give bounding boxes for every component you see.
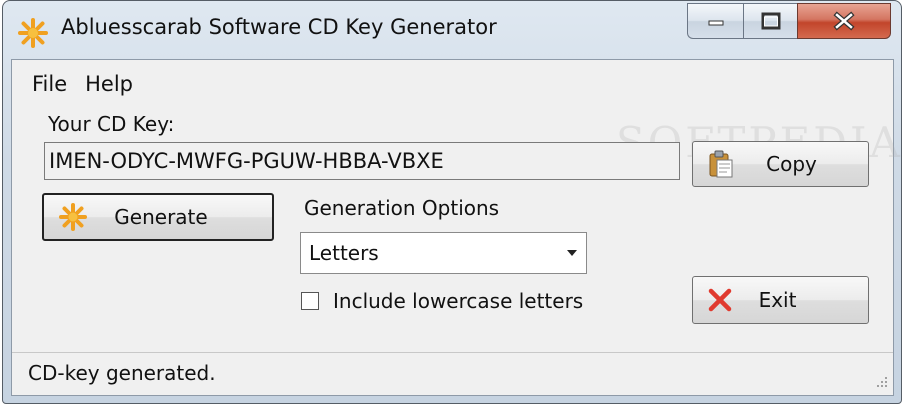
menu-help[interactable]: Help — [85, 68, 151, 100]
client-area: File Help SOFTPEDIA Your CD Key: IMEN-OD… — [11, 59, 900, 396]
app-star-icon — [18, 18, 48, 48]
menu-bar: File Help — [12, 68, 151, 100]
generation-options-value: Letters — [309, 241, 379, 265]
minimize-button[interactable] — [687, 3, 743, 39]
app-window: Abluesscarab Software CD Key Generator F… — [2, 0, 902, 404]
status-text: CD-key generated. — [28, 361, 216, 385]
cd-key-field[interactable]: IMEN-ODYC-MWFG-PGUW-HBBA-VBXE — [44, 142, 680, 180]
clipboard-icon — [709, 150, 733, 178]
generate-star-icon — [59, 203, 87, 231]
generation-options-select[interactable]: Letters — [300, 232, 587, 274]
cd-key-label: Your CD Key: — [48, 112, 175, 136]
copy-button[interactable]: Copy — [692, 141, 869, 187]
close-button[interactable] — [797, 3, 891, 39]
exit-x-icon — [708, 288, 732, 312]
title-bar[interactable]: Abluesscarab Software CD Key Generator — [3, 1, 901, 57]
close-icon — [833, 11, 855, 31]
exit-button[interactable]: Exit — [692, 276, 869, 324]
window-title: Abluesscarab Software CD Key Generator — [61, 15, 497, 39]
generation-options-label: Generation Options — [304, 196, 500, 220]
menu-file[interactable]: File — [12, 68, 85, 100]
maximize-button[interactable] — [743, 3, 797, 39]
include-lowercase-checkbox[interactable] — [301, 292, 319, 310]
exit-button-label: Exit — [758, 288, 797, 312]
generate-button-label: Generate — [114, 205, 208, 229]
caption-buttons — [687, 3, 891, 41]
include-lowercase-label[interactable]: Include lowercase letters — [333, 289, 583, 313]
generate-button[interactable]: Generate — [42, 193, 274, 241]
maximize-icon — [761, 12, 780, 30]
resize-grip-icon[interactable] — [873, 375, 889, 391]
include-lowercase-row[interactable]: Include lowercase letters — [301, 289, 583, 313]
copy-button-label: Copy — [766, 152, 817, 176]
minimize-icon — [708, 20, 723, 26]
dropdown-arrow-icon[interactable] — [567, 250, 577, 256]
status-bar: CD-key generated. — [12, 352, 893, 395]
